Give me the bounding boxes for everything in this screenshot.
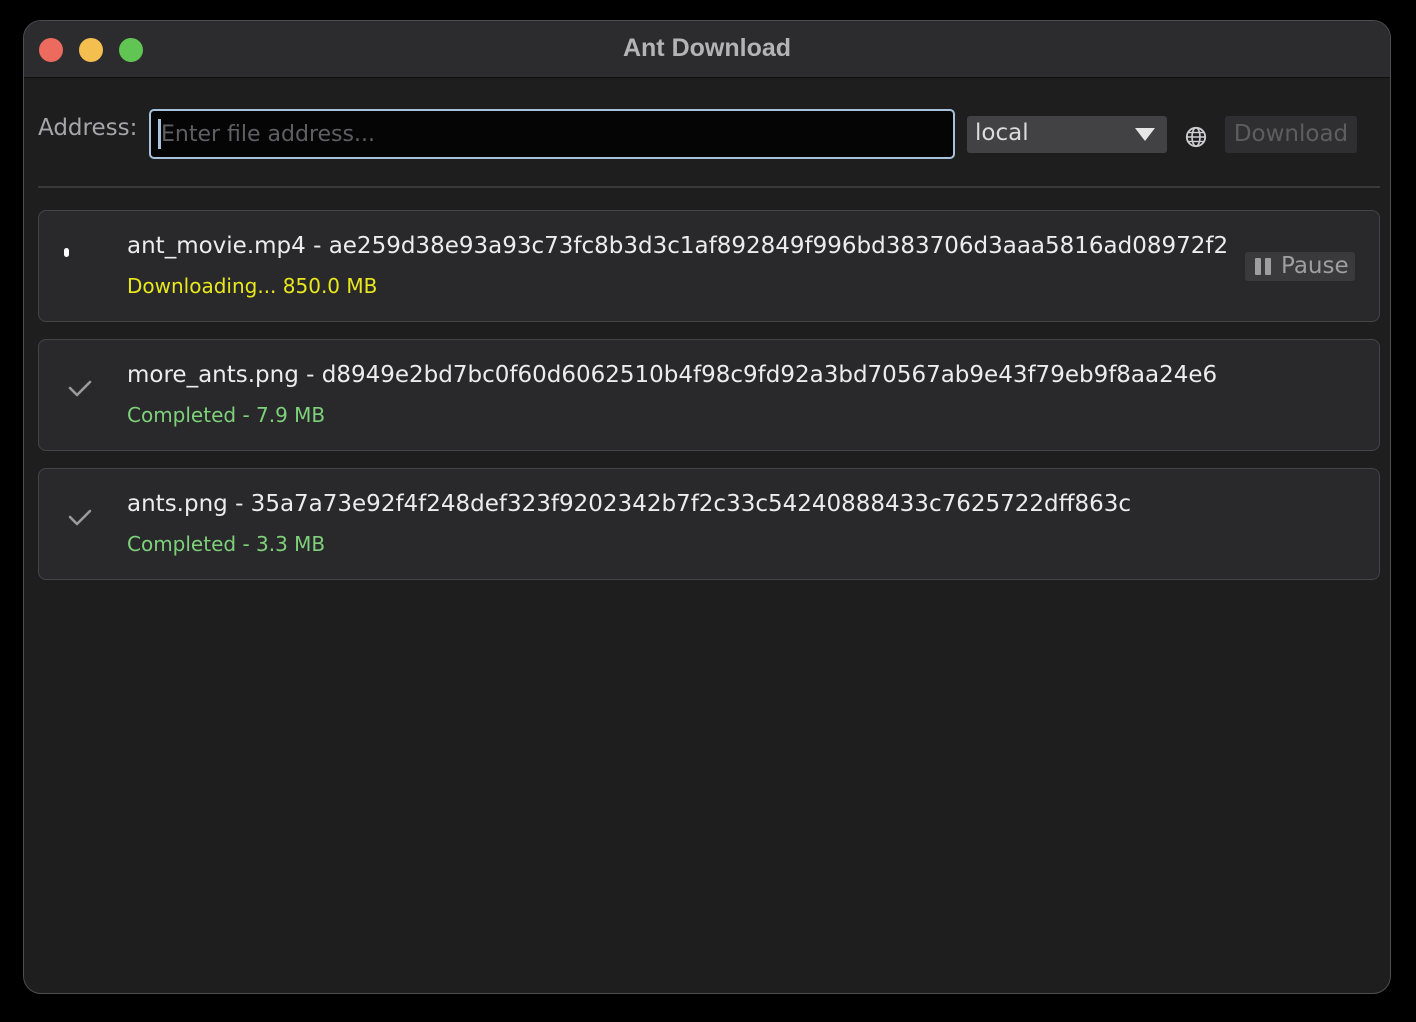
title-bar: Ant Download <box>24 21 1390 78</box>
download-item-name: ants.png - 35a7a73e92f4f248def323f920234… <box>127 491 1132 517</box>
pause-icon <box>1255 258 1273 275</box>
download-list: ant_movie.mp4 - ae259d38e93a93c73fc8b3d3… <box>38 210 1380 597</box>
download-item-name: more_ants.png - d8949e2bd7bc0f60d6062510… <box>127 362 1218 388</box>
download-item: ant_movie.mp4 - ae259d38e93a93c73fc8b3d3… <box>38 210 1380 322</box>
toolbar: Address: local Download <box>24 77 1390 187</box>
address-label: Address: <box>38 115 138 141</box>
spinner-icon <box>64 248 69 257</box>
checkmark-icon <box>68 509 92 526</box>
globe-icon[interactable] <box>1185 126 1207 148</box>
network-select[interactable]: local <box>967 116 1167 153</box>
chevron-down-icon <box>1135 128 1155 141</box>
divider <box>38 186 1380 188</box>
pause-button-label: Pause <box>1281 253 1349 279</box>
checkmark-icon <box>68 380 92 397</box>
download-item-status: Completed - 3.3 MB <box>127 532 326 556</box>
download-button[interactable]: Download <box>1225 116 1357 153</box>
download-item-status: Downloading... 850.0 MB <box>127 274 378 298</box>
text-cursor <box>158 119 161 149</box>
download-item-status: Completed - 7.9 MB <box>127 403 326 427</box>
download-item: ants.png - 35a7a73e92f4f248def323f920234… <box>38 468 1380 580</box>
network-select-value: local <box>975 120 1029 146</box>
pause-button[interactable]: Pause <box>1245 252 1355 281</box>
download-item-name: ant_movie.mp4 - ae259d38e93a93c73fc8b3d3… <box>127 233 1229 259</box>
address-input[interactable] <box>149 109 955 159</box>
download-item: more_ants.png - d8949e2bd7bc0f60d6062510… <box>38 339 1380 451</box>
window-title: Ant Download <box>622 34 792 62</box>
app-window: Ant Download Address: local Download ant… <box>23 20 1391 994</box>
